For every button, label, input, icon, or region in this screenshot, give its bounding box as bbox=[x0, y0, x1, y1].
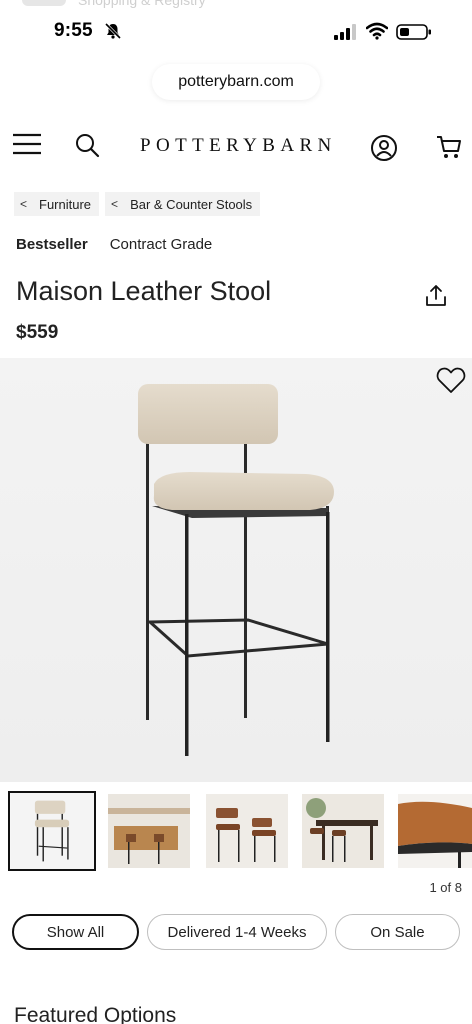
contract-grade-badge: Contract Grade bbox=[109, 236, 213, 253]
featured-options-heading: Featured Options bbox=[14, 1004, 177, 1024]
thumbnail-5[interactable] bbox=[398, 794, 472, 868]
thumbnail-4[interactable] bbox=[302, 794, 384, 868]
gallery-counter: 1 of 8 bbox=[429, 880, 462, 895]
filter-show-all[interactable]: Show All bbox=[12, 914, 139, 950]
status-ghost-text: Shopping & Registry bbox=[78, 0, 206, 8]
browser-url-bar[interactable]: potterybarn.com bbox=[152, 64, 320, 100]
breadcrumb-bar-counter-stools[interactable]: < Bar & Counter Stools bbox=[105, 192, 261, 216]
signal-icon bbox=[334, 24, 356, 40]
share-icon[interactable] bbox=[424, 284, 448, 308]
wifi-icon bbox=[366, 22, 388, 40]
breadcrumb-furniture[interactable]: < Furniture bbox=[14, 192, 100, 216]
breadcrumb: < Furniture < Bar & Counter Stools bbox=[14, 192, 261, 218]
status-time: 9:55 bbox=[54, 20, 93, 41]
chevron-left-icon: < bbox=[20, 197, 28, 211]
product-price: $559 bbox=[16, 322, 59, 343]
account-icon[interactable] bbox=[370, 134, 398, 162]
breadcrumb-label: Furniture bbox=[39, 196, 92, 212]
breadcrumb-label: Bar & Counter Stools bbox=[130, 196, 253, 212]
bestseller-badge: Bestseller bbox=[16, 236, 88, 253]
site-logo[interactable]: POTTERYBARN bbox=[140, 135, 337, 157]
thumbnail-1[interactable] bbox=[8, 791, 96, 871]
product-badges: Bestseller Contract Grade bbox=[16, 236, 212, 253]
battery-icon bbox=[396, 24, 431, 40]
bell-slash-icon bbox=[104, 22, 122, 40]
heart-icon[interactable] bbox=[436, 366, 466, 394]
status-bar: Shopping & Registry 9:55 bbox=[0, 0, 472, 60]
thumbnail-strip bbox=[0, 788, 472, 872]
chevron-left-icon: < bbox=[111, 197, 119, 211]
search-icon[interactable] bbox=[74, 132, 100, 158]
status-ghost-pill bbox=[22, 0, 66, 6]
filter-chips: Show All Delivered 1-4 Weeks On Sale bbox=[12, 914, 460, 950]
browser-url-text: potterybarn.com bbox=[178, 73, 294, 90]
stool-illustration bbox=[138, 384, 334, 756]
thumbnail-3[interactable] bbox=[206, 794, 288, 868]
site-header: POTTERYBARN bbox=[0, 122, 472, 172]
filter-on-sale[interactable]: On Sale bbox=[335, 914, 460, 950]
thumbnail-2[interactable] bbox=[108, 794, 190, 868]
filter-delivered-1-4-weeks[interactable]: Delivered 1-4 Weeks bbox=[147, 914, 327, 950]
product-title: Maison Leather Stool bbox=[16, 276, 272, 306]
menu-icon[interactable] bbox=[12, 132, 42, 156]
cart-icon[interactable] bbox=[436, 134, 462, 160]
